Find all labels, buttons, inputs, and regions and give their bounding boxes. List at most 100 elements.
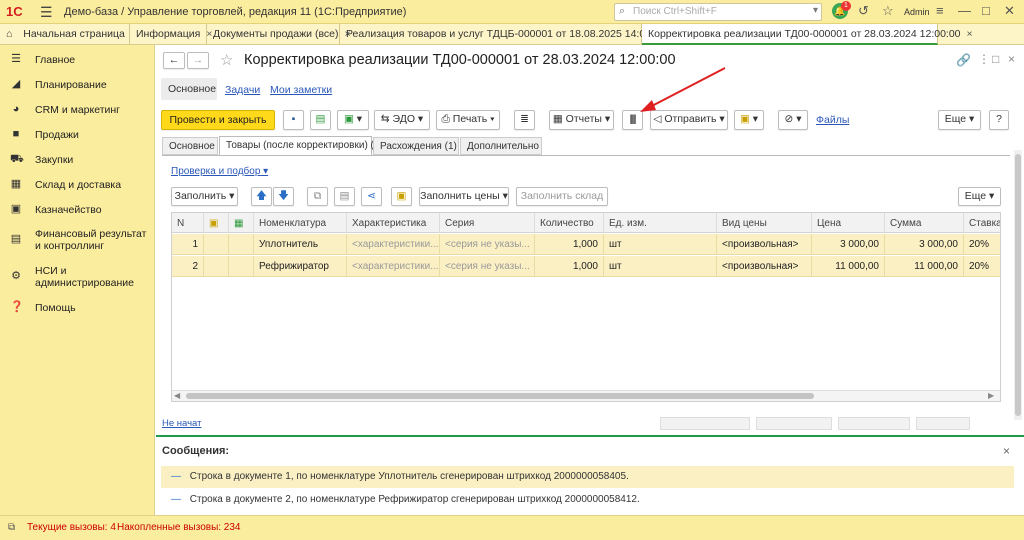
column-header[interactable]: N <box>172 213 204 233</box>
cell-empty[interactable] <box>204 234 229 255</box>
post-button[interactable]: ▤ <box>310 110 331 130</box>
scroll-left-icon[interactable]: ◀ <box>174 391 180 400</box>
structure-button[interactable]: ≣ <box>514 110 535 130</box>
nav-tab-main[interactable]: Основное <box>161 78 217 100</box>
paste-button[interactable]: ▤ <box>334 187 355 206</box>
copy-row-button[interactable]: ⧉ <box>307 187 328 206</box>
tab-sales-realization[interactable]: Реализация товаров и услуг ТДЦБ-000001 о… <box>340 24 678 45</box>
column-header[interactable]: Цена <box>812 213 885 233</box>
cell-quantity[interactable]: 1,000 <box>535 256 604 277</box>
scroll-right-icon[interactable]: ▶ <box>988 391 994 400</box>
check-and-select-link[interactable]: Проверка и подбор ▾ <box>171 166 268 177</box>
form-tab-additional[interactable]: Дополнительно <box>460 137 542 155</box>
close-tab-icon[interactable]: × <box>967 28 973 40</box>
close-form-icon[interactable]: × <box>1008 52 1015 66</box>
save-button[interactable]: ▪ <box>283 110 304 130</box>
vertical-scrollbar[interactable] <box>1014 150 1022 420</box>
sidebar-item-admin[interactable]: ⚙ НСИ и администрирование <box>0 260 155 294</box>
cell-series[interactable]: <серия не указы... <box>440 256 535 277</box>
close-window-icon[interactable]: ✕ <box>1004 3 1015 19</box>
more-button[interactable]: Еще ▾ <box>938 110 981 130</box>
message-item[interactable]: — Строка в документе 1, по номенклатуре … <box>161 466 1014 488</box>
cell-characteristic[interactable]: <характеристики... <box>347 234 440 255</box>
link-icon[interactable]: 🔗 <box>956 53 971 67</box>
cell-unit[interactable]: шт <box>604 234 717 255</box>
cell-item[interactable]: Уплотнитель <box>254 234 347 255</box>
table-row[interactable]: 2 Рефрижиратор <характеристики... <серия… <box>172 256 1000 277</box>
history-icon[interactable]: ↺ <box>858 3 869 19</box>
help-button[interactable]: ? <box>989 110 1009 130</box>
cell-sum[interactable]: 11 000,00 <box>885 256 964 277</box>
cell-empty[interactable] <box>204 256 229 277</box>
maximize-icon[interactable]: □ <box>982 3 990 18</box>
form-tab-discrepancies[interactable]: Расхождения (1) <box>373 137 459 155</box>
sidebar-item-planning[interactable]: ◢ Планирование <box>0 72 155 97</box>
tab-info[interactable]: Информация × <box>130 24 212 45</box>
cell-item[interactable]: Рефрижиратор <box>254 256 347 277</box>
horizontal-scrollbar[interactable]: ◀ ▶ <box>172 390 1000 401</box>
column-header[interactable]: Номенклатура <box>254 213 347 233</box>
select-goods-button[interactable]: ▣ <box>391 187 412 206</box>
edo-button[interactable]: ⇆ ЭДО ▾ <box>374 110 430 130</box>
cell-empty[interactable] <box>229 256 254 277</box>
column-header[interactable]: Вид цены <box>717 213 812 233</box>
more-vertical-icon[interactable]: ⋮ <box>978 52 990 66</box>
column-header-doc-icon[interactable]: ▣ <box>204 213 229 233</box>
fill-prices-button[interactable]: Заполнить цены ▾ <box>419 187 509 206</box>
column-header[interactable]: Серия <box>440 213 535 233</box>
table-row[interactable]: 1 Уплотнитель <характеристики... <серия … <box>172 234 1000 255</box>
column-header-excel-icon[interactable]: ▦ <box>229 213 254 233</box>
cell-price[interactable]: 11 000,00 <box>812 256 885 277</box>
table-more-button[interactable]: Еще ▾ <box>958 187 1001 206</box>
attach-button[interactable]: ⊘ ▾ <box>778 110 808 130</box>
status-link[interactable]: Не начат <box>162 418 201 429</box>
post-and-close-button[interactable]: Провести и закрыть <box>161 110 275 130</box>
column-header[interactable]: Количество <box>535 213 604 233</box>
back-button[interactable]: ← <box>163 52 185 69</box>
chevron-down-icon[interactable]: ▾ <box>813 5 818 16</box>
sidebar-item-finance[interactable]: ▤ Финансовый результат и контроллинг <box>0 223 155 257</box>
performance-icon[interactable]: ⧉ <box>8 522 15 533</box>
fill-warehouse-button[interactable]: Заполнить склад <box>516 187 608 206</box>
create-based-on-button[interactable]: ▣ ▾ <box>337 110 369 130</box>
sidebar-item-treasury[interactable]: ▣ Казначейство <box>0 197 155 222</box>
favorite-star-icon[interactable]: ☆ <box>220 51 233 69</box>
tab-sales-documents[interactable]: Документы продажи (все) × <box>207 24 351 45</box>
favorites-icon[interactable]: ☆ <box>882 3 894 19</box>
tab-home[interactable]: ⌂ Начальная страница <box>0 24 130 45</box>
cell-rate[interactable]: 20% <box>964 256 1000 277</box>
fill-button[interactable]: Заполнить ▾ <box>171 187 238 206</box>
settings-icon[interactable]: ≡ <box>936 3 944 18</box>
cell-quantity[interactable]: 1,000 <box>535 234 604 255</box>
sidebar-item-sales[interactable]: ■ Продажи <box>0 122 155 147</box>
main-menu-icon[interactable]: ☰ <box>40 4 53 21</box>
sidebar-item-warehouse[interactable]: ▦ Склад и доставка <box>0 172 155 197</box>
reports-button[interactable]: ▦ Отчеты ▾ <box>549 110 614 130</box>
minimize-icon[interactable]: — <box>958 3 971 18</box>
cell-series[interactable]: <серия не указы... <box>440 234 535 255</box>
split-row-button[interactable]: ⋖ <box>361 187 382 206</box>
scrollbar-thumb[interactable] <box>1015 154 1021 416</box>
move-down-button[interactable]: 🡇 <box>273 187 294 206</box>
column-header[interactable]: Ставка <box>964 213 1000 233</box>
cell-price-type[interactable]: <произвольная> <box>717 256 812 277</box>
close-messages-icon[interactable]: × <box>1003 444 1010 458</box>
cell-sum[interactable]: 3 000,00 <box>885 234 964 255</box>
cell-n[interactable]: 1 <box>172 234 204 255</box>
sidebar-item-purchases[interactable]: ⛟ Закупки <box>0 147 155 172</box>
sidebar-item-main[interactable]: ☰ Главное <box>0 47 155 72</box>
move-up-button[interactable]: 🡅 <box>251 187 272 206</box>
cell-empty[interactable] <box>229 234 254 255</box>
nav-tab-notes[interactable]: Мои заметки <box>270 84 332 96</box>
nav-tab-tasks[interactable]: Задачи <box>225 84 260 96</box>
scrollbar-thumb[interactable] <box>186 393 814 399</box>
cell-unit[interactable]: шт <box>604 256 717 277</box>
print-button[interactable]: ⎙ Печать ▾ <box>436 110 500 130</box>
cell-n[interactable]: 2 <box>172 256 204 277</box>
sidebar-item-help[interactable]: ❓ Помощь <box>0 295 155 320</box>
cell-price[interactable]: 3 000,00 <box>812 234 885 255</box>
forward-button[interactable]: → <box>187 52 209 69</box>
window-icon[interactable]: □ <box>992 52 999 66</box>
column-header[interactable]: Сумма <box>885 213 964 233</box>
cell-rate[interactable]: 20% <box>964 234 1000 255</box>
